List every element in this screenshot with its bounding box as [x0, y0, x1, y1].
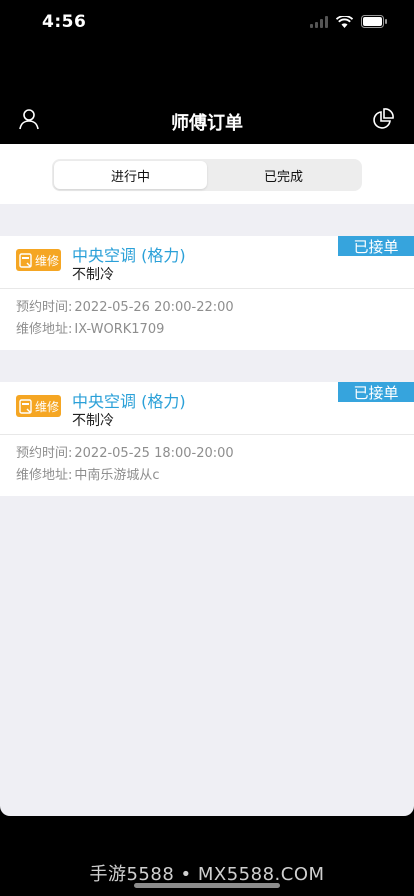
- repair-badge: 维修: [16, 249, 61, 271]
- home-indicator[interactable]: [134, 883, 280, 888]
- battery-icon: [361, 15, 387, 28]
- tab-bar: 进行中 已完成: [0, 144, 414, 204]
- repair-address: 维修地址: 中南乐游城从c: [16, 464, 160, 483]
- orders-content: 进行中 已完成 维修 中央空调 (格力) 不制冷 已接单 预约时间: 2022-0…: [0, 144, 414, 816]
- order-issue: 不制冷: [72, 413, 114, 429]
- repair-address: 维修地址: IX-WORK1709: [16, 318, 164, 337]
- tab-in-progress[interactable]: 进行中: [54, 161, 207, 189]
- card-divider: [0, 434, 414, 435]
- segmented-control: 进行中 已完成: [52, 159, 362, 191]
- repair-doc-icon: [19, 398, 32, 414]
- order-card[interactable]: 维修 中央空调 (格力) 不制冷 已接单 预约时间: 2022-05-26 20:…: [0, 236, 414, 350]
- signal-icon: [310, 15, 328, 28]
- appointment-time: 预约时间: 2022-05-26 20:00-22:00: [16, 296, 234, 315]
- appointment-time-label: 预约时间:: [16, 446, 73, 461]
- status-badge: 已接单: [338, 382, 414, 402]
- wifi-icon: [336, 15, 353, 28]
- order-title: 中央空调 (格力): [72, 392, 186, 411]
- card-divider: [0, 288, 414, 289]
- repair-address-label: 维修地址:: [16, 322, 73, 337]
- appointment-time: 预约时间: 2022-05-25 18:00-20:00: [16, 442, 234, 461]
- repair-address-label: 维修地址:: [16, 468, 73, 483]
- status-icons: [310, 15, 388, 28]
- appointment-time-label: 预约时间:: [16, 300, 73, 315]
- repair-address-value: 中南乐游城从c: [74, 468, 160, 483]
- status-badge: 已接单: [338, 236, 414, 256]
- badge-label: 维修: [35, 253, 60, 268]
- order-title: 中央空调 (格力): [72, 246, 186, 265]
- status-time: 4:56: [42, 12, 87, 32]
- repair-address-value: IX-WORK1709: [74, 322, 165, 337]
- order-issue: 不制冷: [72, 267, 114, 283]
- pie-chart-icon[interactable]: [372, 108, 394, 130]
- page-title: 师傅订单: [171, 113, 243, 134]
- repair-doc-icon: [19, 252, 32, 268]
- appointment-time-value: 2022-05-25 18:00-20:00: [74, 446, 234, 461]
- tab-completed[interactable]: 已完成: [207, 161, 360, 189]
- order-card[interactable]: 维修 中央空调 (格力) 不制冷 已接单 预约时间: 2022-05-25 18:…: [0, 382, 414, 496]
- repair-badge: 维修: [16, 395, 61, 417]
- appointment-time-value: 2022-05-26 20:00-22:00: [74, 300, 234, 315]
- nav-bar: 师傅订单: [0, 96, 414, 144]
- status-bar: 4:56: [0, 0, 414, 48]
- badge-label: 维修: [35, 399, 60, 414]
